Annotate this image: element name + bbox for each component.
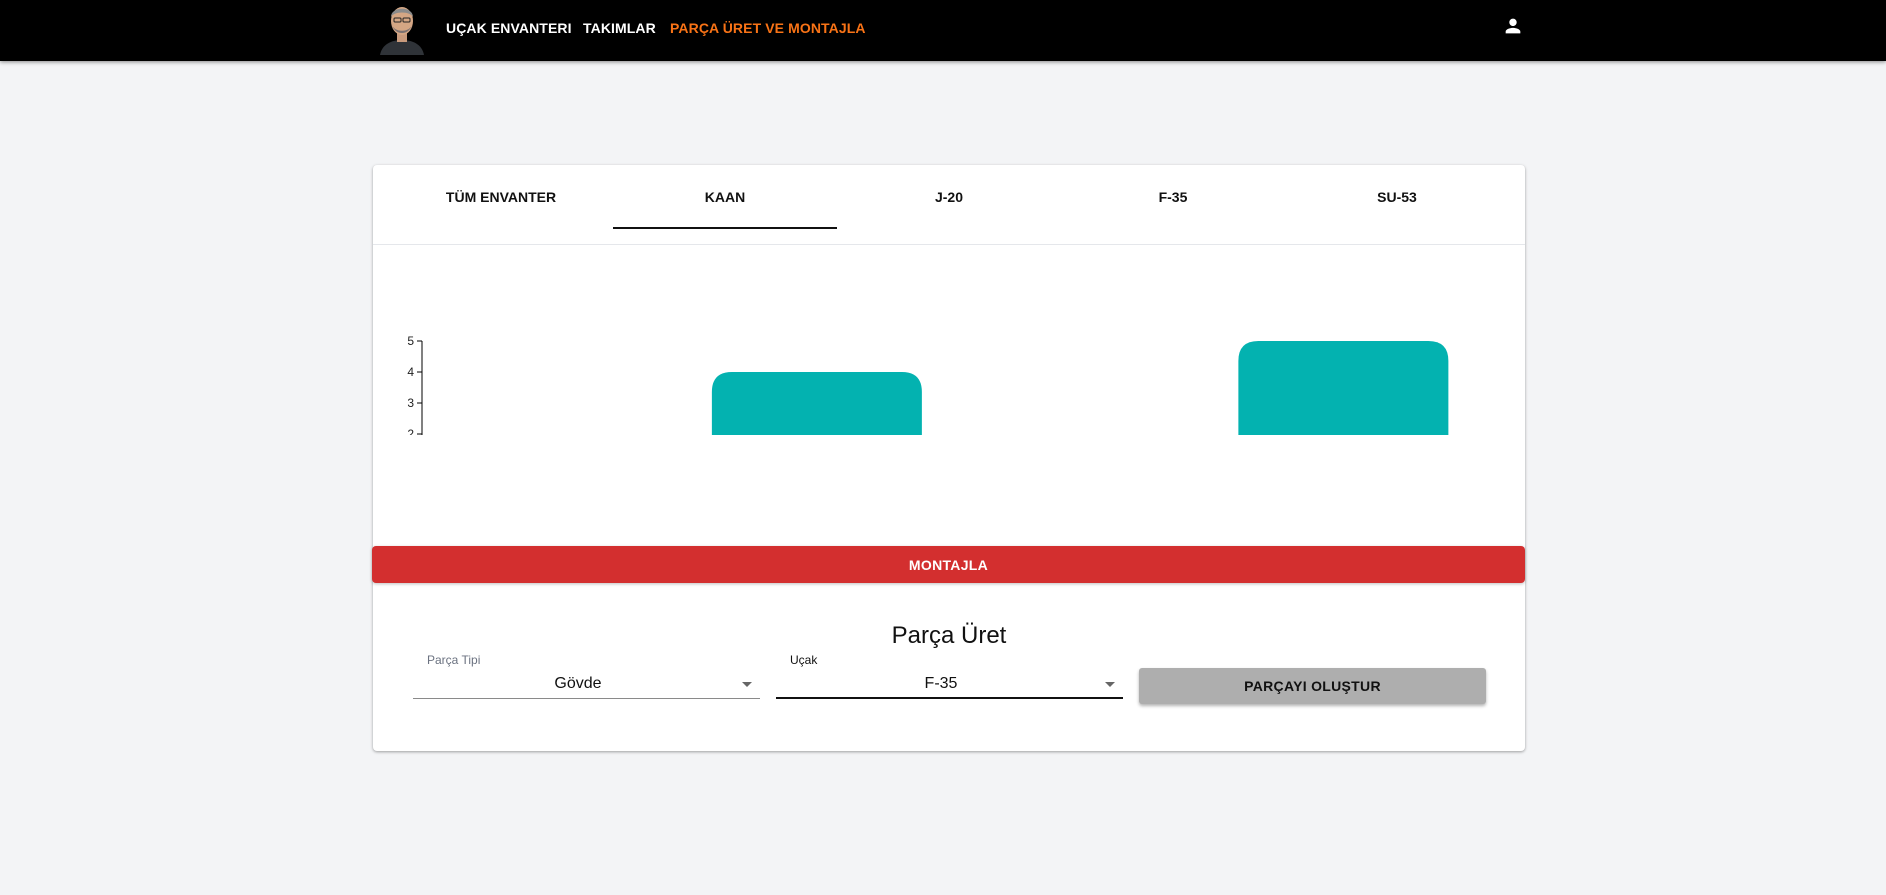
chart-bar: [711, 372, 922, 435]
nav-link-aircraft-inventory[interactable]: UÇAK ENVANTERI: [446, 17, 572, 39]
nav-link-teams[interactable]: TAKIMLAR: [583, 17, 656, 39]
tab-all-inventory[interactable]: TÜM ENVANTER: [389, 165, 613, 229]
aircraft-label: Uçak: [790, 653, 818, 667]
chart-y-tick-label: 4: [407, 365, 414, 379]
profile-avatar[interactable]: [374, 0, 430, 55]
chart-y-tick-label: 3: [407, 396, 414, 410]
top-navbar: UÇAK ENVANTERI TAKIMLAR PARÇA ÜRET VE MO…: [0, 0, 1886, 61]
part-type-select[interactable]: Parça Tipi Gövde: [413, 653, 760, 699]
inventory-card: TÜM ENVANTER KAAN J-20 F-35 SU-53 012345…: [372, 165, 1525, 751]
part-type-underline: [413, 698, 760, 699]
produce-part-title: Parça Üret: [891, 622, 1007, 649]
aircraft-underline: [776, 697, 1123, 699]
nav-link-produce-assemble[interactable]: PARÇA ÜRET VE MONTAJLA: [670, 17, 866, 39]
part-type-value: Gövde: [554, 675, 602, 692]
parts-bar-chart: 012345KanatGövdeKuyrukAviyonik: [407, 334, 1449, 435]
assemble-button[interactable]: MONTAJLA: [372, 546, 1525, 583]
chart-y-tick-label: 5: [407, 334, 414, 348]
tab-j20[interactable]: J-20: [837, 165, 1061, 229]
dropdown-arrow-icon: [1105, 682, 1115, 687]
tab-kaan[interactable]: KAAN: [613, 165, 837, 229]
part-type-label: Parça Tipi: [427, 653, 481, 667]
chart-y-tick-label: 2: [407, 427, 414, 435]
tab-f35[interactable]: F-35: [1061, 165, 1285, 229]
tab-su53[interactable]: SU-53: [1285, 165, 1509, 229]
aircraft-select[interactable]: Uçak F-35: [776, 653, 1123, 699]
person-icon[interactable]: [1502, 15, 1524, 37]
create-part-button[interactable]: PARÇAYI OLUŞTUR: [1139, 668, 1486, 704]
chart-bar: [1238, 341, 1449, 435]
aircraft-tabs: TÜM ENVANTER KAAN J-20 F-35 SU-53: [373, 165, 1525, 245]
dropdown-arrow-icon: [742, 682, 752, 687]
aircraft-value: F-35: [924, 675, 958, 692]
